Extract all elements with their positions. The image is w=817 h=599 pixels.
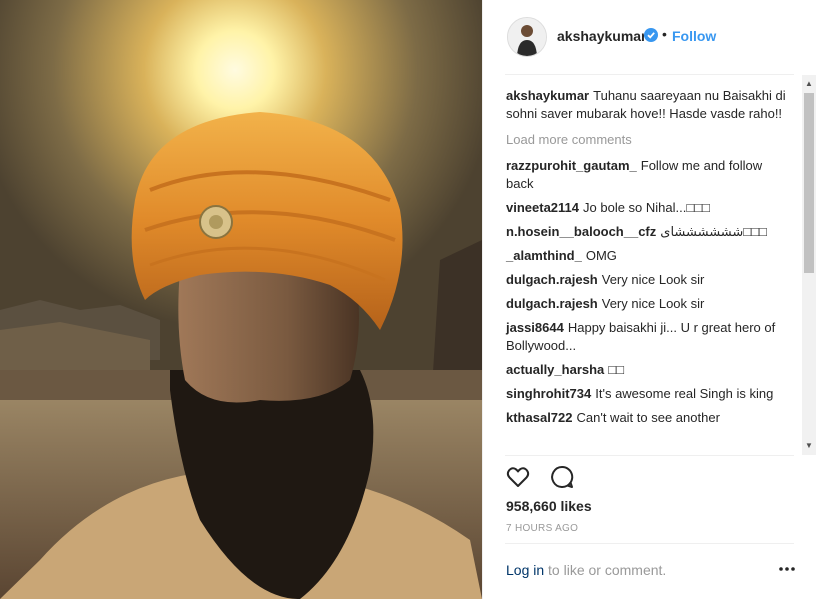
comment-username[interactable]: vineeta2114 xyxy=(506,200,579,215)
comment-username[interactable]: actually_harsha xyxy=(506,362,604,377)
comment-text: It's awesome real Singh is king xyxy=(595,386,774,401)
login-link[interactable]: Log in xyxy=(506,562,544,578)
more-options-icon[interactable] xyxy=(777,562,797,576)
comments-list[interactable]: akshaykumar Tuhanu saareyaan nu Baisakhi … xyxy=(483,75,817,455)
scrollbar-thumb[interactable] xyxy=(804,93,814,273)
post-photo[interactable] xyxy=(0,0,482,599)
caption-username[interactable]: akshaykumar xyxy=(506,88,589,103)
comment-item: kthasal722 Can't wait to see another xyxy=(506,409,786,427)
post-timestamp[interactable]: 7 HOURS AGO xyxy=(506,523,578,534)
comment-item: dulgach.rajesh Very nice Look sir xyxy=(506,271,786,289)
comments-scrollbar[interactable]: ▲ ▼ xyxy=(802,75,816,455)
heart-icon[interactable] xyxy=(505,464,531,490)
comment-username[interactable]: singhrohit734 xyxy=(506,386,591,401)
divider xyxy=(505,455,794,456)
post-author-username[interactable]: akshaykumar xyxy=(557,28,647,44)
comment-username[interactable]: jassi8644 xyxy=(506,320,564,335)
separator-dot: • xyxy=(662,26,667,42)
comment-item: vineeta2114 Jo bole so Nihal...□□□ xyxy=(506,199,786,217)
post-side-panel: akshaykumar • Follow akshaykumar Tuhanu s… xyxy=(482,0,817,599)
comment-item: n.hosein__balooch__cfz ششششششای□□□ xyxy=(506,223,786,241)
comment-text: □□ xyxy=(608,362,624,377)
load-more-comments-button[interactable]: Load more comments xyxy=(506,131,786,149)
comment-item: razzpurohit_gautam_ Follow me and follow … xyxy=(506,157,786,193)
follow-button[interactable]: Follow xyxy=(672,28,716,44)
login-prompt: Log in to like or comment. xyxy=(506,562,666,578)
comment-username[interactable]: n.hosein__balooch__cfz xyxy=(506,224,656,239)
post-photo-image xyxy=(0,0,482,599)
post-header: akshaykumar • Follow xyxy=(483,0,817,74)
comment-text: Can't wait to see another xyxy=(576,410,720,425)
scroll-down-arrow-icon[interactable]: ▼ xyxy=(802,439,816,453)
comment-item: singhrohit734 It's awesome real Singh is … xyxy=(506,385,786,403)
comment-text: OMG xyxy=(585,248,617,263)
comment-username[interactable]: _alamthind_ xyxy=(506,248,582,263)
comment-icon[interactable] xyxy=(549,464,575,490)
caption: akshaykumar Tuhanu saareyaan nu Baisakhi … xyxy=(506,87,786,123)
post-actions xyxy=(505,464,589,490)
comment-text: Very nice Look sir xyxy=(601,272,705,287)
avatar[interactable] xyxy=(507,17,547,57)
comment-item: actually_harsha □□ xyxy=(506,361,786,379)
comment-text: Very nice Look sir xyxy=(601,296,705,311)
comment-username[interactable]: dulgach.rajesh xyxy=(506,296,598,311)
comment-item: _alamthind_ OMG xyxy=(506,247,786,265)
comment-username[interactable]: razzpurohit_gautam_ xyxy=(506,158,637,173)
divider xyxy=(505,543,794,544)
comment-username[interactable]: dulgach.rajesh xyxy=(506,272,598,287)
comment-text: Jo bole so Nihal...□□□ xyxy=(583,200,710,215)
comment-username[interactable]: kthasal722 xyxy=(506,410,573,425)
login-prompt-text: to like or comment. xyxy=(544,562,667,578)
comment-text: ششششششای□□□ xyxy=(660,224,767,239)
comment-item: jassi8644 Happy baisakhi ji... U r great … xyxy=(506,319,786,355)
verified-badge-icon xyxy=(644,28,658,42)
like-count[interactable]: 958,660 likes xyxy=(506,498,592,514)
comment-item: dulgach.rajesh Very nice Look sir xyxy=(506,295,786,313)
scroll-up-arrow-icon[interactable]: ▲ xyxy=(802,77,816,91)
